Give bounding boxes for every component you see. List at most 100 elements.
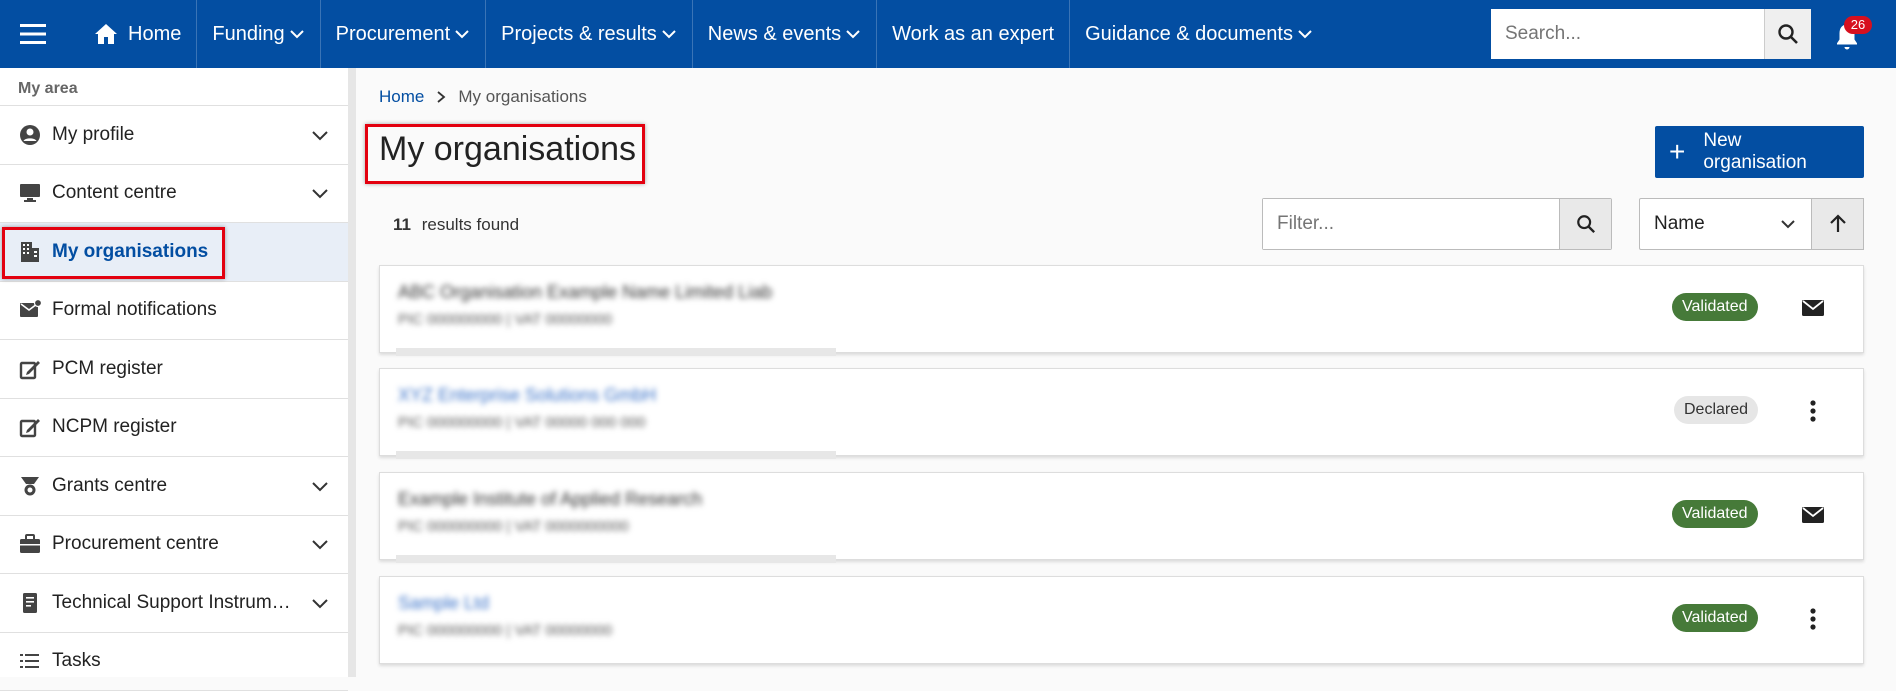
chevron-down-icon: [289, 26, 305, 42]
medal-icon: [18, 474, 42, 498]
chevron-down-icon: [310, 593, 330, 613]
sidebar-item-content-centre[interactable]: Content centre: [0, 165, 348, 224]
briefcase-icon: [18, 532, 42, 556]
search-icon: [1777, 23, 1799, 45]
list-icon: [18, 649, 42, 673]
sidebar-item-my-organisations[interactable]: My organisations: [0, 223, 348, 282]
filter-input[interactable]: [1263, 199, 1559, 249]
results-count: 11: [393, 215, 411, 234]
chevron-down-icon: [310, 183, 330, 203]
new-organisation-label: New organisation: [1703, 130, 1850, 174]
nav-news-events[interactable]: News & events: [693, 0, 877, 68]
breadcrumb-home-link[interactable]: Home: [379, 87, 424, 107]
chevron-down-icon: [661, 26, 677, 42]
monitor-icon: [18, 181, 42, 205]
nav-procurement-label: Procurement: [336, 23, 451, 46]
sidebar-item-label: Technical Support Instrum…: [52, 592, 302, 614]
status-badge: Validated: [1672, 604, 1758, 632]
nav-guidance-label: Guidance & documents: [1085, 23, 1293, 46]
document-icon: [18, 591, 42, 615]
mail-notification-icon: [18, 298, 42, 322]
sidebar-item-grants-centre[interactable]: Grants centre: [0, 457, 348, 516]
nav-guidance-documents[interactable]: Guidance & documents: [1070, 0, 1328, 68]
message-button[interactable]: [1796, 291, 1830, 325]
home-icon: [94, 22, 118, 46]
chevron-down-icon: [845, 26, 861, 42]
chevron-down-icon: [454, 26, 470, 42]
search-button[interactable]: [1764, 9, 1811, 59]
chevron-right-icon: [434, 90, 448, 104]
sidebar-item-pcm-register[interactable]: PCM register: [0, 340, 348, 399]
nav-procurement[interactable]: Procurement: [321, 0, 487, 68]
sort-select-value: Name: [1654, 213, 1705, 235]
nav-expert-label: Work as an expert: [892, 23, 1054, 46]
sort-select[interactable]: Name: [1639, 198, 1812, 250]
sidebar-item-technical-support-instrument[interactable]: Technical Support Instrum…: [0, 574, 348, 633]
filter-box: [1262, 198, 1612, 250]
organisation-card[interactable]: ABC Organisation Example Name Limited Li…: [379, 265, 1864, 353]
mail-icon: [1800, 502, 1826, 528]
sidebar-item-formal-notifications[interactable]: Formal notifications: [0, 282, 348, 341]
sidebar-item-ncpm-register[interactable]: NCPM register: [0, 399, 348, 458]
organisation-name: ABC Organisation Example Name Limited Li…: [398, 282, 772, 303]
sidebar-item-label: Procurement centre: [52, 533, 302, 555]
notifications-button[interactable]: 26: [1830, 16, 1866, 56]
sidebar-item-label: My profile: [52, 124, 302, 146]
organisation-card[interactable]: Sample Ltd PIC 000000000 | VAT 00000000 …: [379, 576, 1864, 664]
organisation-name: Example Institute of Applied Research: [398, 489, 702, 510]
plus-icon: +: [1669, 138, 1685, 166]
nav-home[interactable]: Home: [66, 0, 197, 68]
breadcrumb-current: My organisations: [458, 87, 587, 107]
nav-projects-results[interactable]: Projects & results: [486, 0, 693, 68]
sidebar-item-label: My organisations: [52, 241, 330, 263]
sort-direction-button[interactable]: [1812, 198, 1864, 250]
filter-search-button[interactable]: [1559, 199, 1611, 249]
sidebar-item-label: Tasks: [52, 650, 330, 672]
nav-news-label: News & events: [708, 23, 841, 46]
nav-funding[interactable]: Funding: [197, 0, 320, 68]
organisation-progress-bar: [396, 348, 836, 356]
more-vertical-icon: [1800, 398, 1826, 424]
sidebar-scrollbar[interactable]: [348, 68, 356, 677]
organisation-progress-bar: [396, 451, 836, 459]
sidebar: My area My profile Content centre My org…: [0, 68, 348, 677]
organisation-card[interactable]: Example Institute of Applied Research PI…: [379, 472, 1864, 560]
results-summary: 11 results found: [393, 215, 519, 235]
chevron-down-icon: [310, 476, 330, 496]
sidebar-item-procurement-centre[interactable]: Procurement centre: [0, 516, 348, 575]
organisation-name-link[interactable]: Sample Ltd: [398, 593, 489, 614]
sidebar-item-label: Content centre: [52, 182, 302, 204]
nav-funding-label: Funding: [212, 23, 284, 46]
sidebar-item-label: PCM register: [52, 358, 330, 380]
chevron-down-icon: [310, 125, 330, 145]
message-button[interactable]: [1796, 498, 1830, 532]
sidebar-heading: My area: [0, 68, 348, 106]
nav-work-as-expert[interactable]: Work as an expert: [877, 0, 1070, 68]
page-title: My organisations: [379, 130, 636, 169]
organisation-name-link[interactable]: XYZ Enterprise Solutions GmbH: [398, 385, 656, 406]
edit-box-icon: [18, 357, 42, 381]
organisation-card[interactable]: XYZ Enterprise Solutions GmbH PIC 000000…: [379, 368, 1864, 456]
status-badge: Validated: [1672, 293, 1758, 321]
nav-projects-label: Projects & results: [501, 23, 657, 46]
status-badge: Validated: [1672, 500, 1758, 528]
new-organisation-button[interactable]: + New organisation: [1655, 126, 1864, 178]
more-options-button[interactable]: [1796, 602, 1830, 636]
sidebar-item-label: NCPM register: [52, 416, 330, 438]
results-label: results found: [422, 215, 519, 234]
sidebar-item-label: Formal notifications: [52, 299, 330, 321]
user-circle-icon: [18, 123, 42, 147]
more-options-button[interactable]: [1796, 394, 1830, 428]
nav-home-label: Home: [128, 23, 181, 46]
organisation-details: PIC 000000000 | VAT 00000 000 000: [398, 414, 645, 431]
notification-count-badge: 26: [1844, 16, 1872, 34]
breadcrumb: Home My organisations: [379, 87, 587, 107]
sidebar-item-my-profile[interactable]: My profile: [0, 106, 348, 165]
organisation-details: PIC 000000000 | VAT 0000000000: [398, 518, 629, 535]
organisation-details: PIC 000000000 | VAT 00000000: [398, 311, 612, 328]
hamburger-menu-icon[interactable]: [0, 0, 66, 68]
organisation-details: PIC 000000000 | VAT 00000000: [398, 622, 612, 639]
sidebar-item-tasks[interactable]: Tasks: [0, 633, 348, 691]
chevron-down-icon: [1779, 215, 1797, 233]
search-input[interactable]: [1491, 9, 1764, 59]
